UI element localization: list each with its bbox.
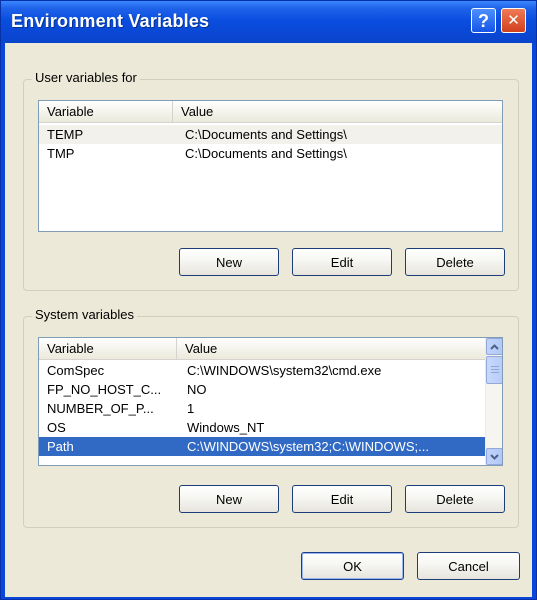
column-header-variable[interactable]: Variable [39, 338, 177, 360]
system-variables-list-header: Variable Value [39, 338, 487, 360]
list-item[interactable]: FP_NO_HOST_C... NO [39, 380, 487, 399]
system-delete-button[interactable]: Delete [405, 485, 505, 513]
scroll-grip-line [491, 366, 499, 367]
user-variables-list-header: Variable Value [39, 101, 502, 123]
close-button[interactable]: ✕ [501, 8, 526, 33]
close-icon: ✕ [507, 11, 520, 29]
variable-value: C:\Documents and Settings\ [185, 127, 347, 142]
variable-name: FP_NO_HOST_C... [47, 382, 162, 397]
dialog-client-area: User variables for Variable Value TEMP C… [5, 43, 532, 597]
column-header-value[interactable]: Value [177, 338, 487, 360]
scroll-down-button[interactable] [486, 448, 502, 465]
user-edit-button[interactable]: Edit [292, 248, 392, 276]
chevron-up-icon [490, 343, 499, 350]
user-variables-list[interactable]: Variable Value TEMP C:\Documents and Set… [38, 100, 503, 232]
variable-name: TMP [47, 146, 75, 161]
list-item[interactable]: TEMP C:\Documents and Settings\ [39, 125, 502, 144]
cancel-button[interactable]: Cancel [417, 552, 520, 580]
system-variables-scrollbar[interactable] [485, 338, 502, 465]
variable-name: ComSpec [47, 363, 105, 378]
variable-name: OS [47, 420, 66, 435]
system-new-button[interactable]: New [179, 485, 279, 513]
variable-value: Windows_NT [187, 420, 265, 435]
column-header-value[interactable]: Value [173, 101, 502, 123]
variable-value: C:\WINDOWS\system32;C:\WINDOWS;... [187, 439, 429, 454]
variable-name: TEMP [47, 127, 84, 142]
help-button[interactable]: ? [471, 8, 496, 33]
user-delete-button[interactable]: Delete [405, 248, 505, 276]
scroll-grip-line [491, 372, 499, 373]
list-item[interactable]: TMP C:\Documents and Settings\ [39, 144, 502, 163]
variable-value: NO [187, 382, 207, 397]
system-variables-group: System variables Variable Value ComSpec … [23, 307, 519, 528]
user-new-button[interactable]: New [179, 248, 279, 276]
user-variables-label: User variables for [32, 70, 140, 85]
chevron-down-icon [490, 453, 499, 460]
variable-name: NUMBER_OF_P... [47, 401, 154, 416]
title-bar[interactable]: Environment Variables ? ✕ [1, 1, 536, 43]
help-icon: ? [478, 10, 489, 31]
window-title: Environment Variables [11, 11, 210, 31]
variable-value: C:\WINDOWS\system32\cmd.exe [187, 363, 382, 378]
system-edit-button[interactable]: Edit [292, 485, 392, 513]
variable-value: 1 [187, 401, 195, 416]
system-variables-label: System variables [32, 307, 137, 322]
scroll-up-button[interactable] [486, 338, 502, 355]
ok-button[interactable]: OK [301, 552, 404, 580]
list-item-selected[interactable]: Path C:\WINDOWS\system32;C:\WINDOWS;... [39, 437, 487, 456]
list-item[interactable]: ComSpec C:\WINDOWS\system32\cmd.exe [39, 361, 487, 380]
variable-value: C:\Documents and Settings\ [185, 146, 347, 161]
scroll-grip-line [491, 369, 499, 370]
user-variables-group: User variables for Variable Value TEMP C… [23, 70, 519, 291]
system-variables-list[interactable]: Variable Value ComSpec C:\WINDOWS\system… [38, 337, 503, 466]
scroll-thumb[interactable] [486, 356, 502, 384]
column-header-variable[interactable]: Variable [39, 101, 173, 123]
list-item[interactable]: NUMBER_OF_P... 1 [39, 399, 487, 418]
variable-name: Path [47, 439, 74, 454]
environment-variables-window: Environment Variables ? ✕ User variables… [0, 0, 537, 600]
list-item[interactable]: OS Windows_NT [39, 418, 487, 437]
